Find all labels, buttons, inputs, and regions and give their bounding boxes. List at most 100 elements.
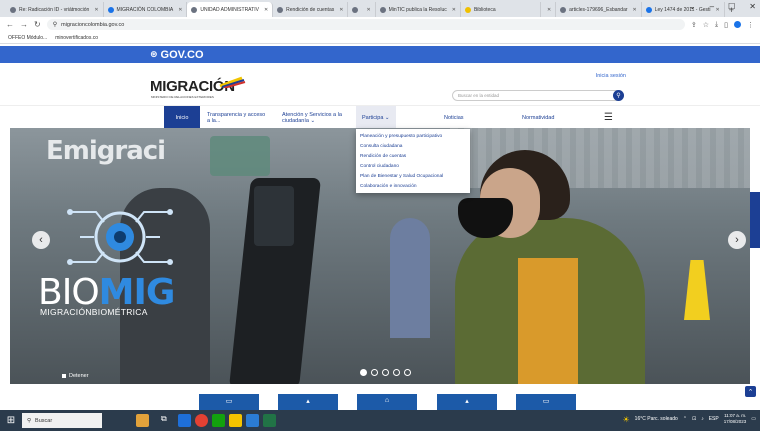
volume-icon[interactable]: ♪ bbox=[701, 416, 704, 422]
logo-subtitle: MINISTERIO DE RELACIONES EXTERIORES bbox=[151, 95, 214, 99]
taskbar-app-icon[interactable] bbox=[178, 414, 191, 427]
tab-label: Re: Radicación ID - vriátmoción bbox=[19, 6, 90, 13]
carousel-stop-button[interactable]: Detener bbox=[62, 373, 89, 379]
tray-chevron-icon[interactable]: ⌃ bbox=[683, 416, 687, 422]
site-info-icon[interactable]: ⚲ bbox=[53, 21, 57, 28]
site-search-input[interactable]: Buscar en la entidad ⚲ bbox=[452, 90, 624, 101]
download-icon[interactable]: ⤓ bbox=[715, 21, 718, 29]
airport-sign-panel bbox=[210, 136, 270, 176]
woman-shirt bbox=[518, 258, 578, 384]
clock[interactable]: 11:07 a. m. 17/08/2023 bbox=[724, 413, 747, 425]
share-icon[interactable]: ⇪ bbox=[691, 21, 697, 29]
file-explorer-icon[interactable] bbox=[229, 414, 242, 427]
task-view-icon[interactable]: ⧉ bbox=[161, 414, 174, 427]
kiosk-screen bbox=[254, 186, 294, 246]
nav-home[interactable]: Inicio bbox=[164, 106, 200, 129]
nav-normatividad[interactable]: Normatividad bbox=[522, 106, 554, 129]
carousel-dot[interactable] bbox=[404, 369, 411, 376]
tab-search-chevron-icon[interactable]: ⌄ bbox=[689, 2, 696, 11]
close-tab-icon[interactable]: ✕ bbox=[94, 7, 98, 13]
carousel-dot[interactable] bbox=[393, 369, 400, 376]
menu-dots-icon[interactable]: ⋮ bbox=[747, 21, 754, 29]
stop-icon bbox=[62, 374, 66, 378]
gov-co-bar: ⊛ GOV.CO bbox=[0, 46, 760, 63]
chrome-icon[interactable] bbox=[195, 414, 208, 427]
emigracion-sign: Emigraci bbox=[46, 136, 166, 166]
back-arrow-icon[interactable]: ← bbox=[6, 20, 14, 29]
dropdown-item-bienestar[interactable]: Plan de Bienestar y Salud Ocupacional bbox=[360, 172, 466, 182]
url-text: migracioncolombia.gov.co bbox=[61, 21, 125, 28]
maximize-icon[interactable]: ☐ bbox=[728, 2, 735, 11]
nav-transparencia[interactable]: Transparencia y acceso a la... bbox=[207, 106, 267, 129]
taskbar-search-label: Buscar bbox=[35, 417, 53, 424]
service-tiles: ▭ ▴ ⌂ ▴ ▭ ⌃ bbox=[0, 384, 760, 414]
biometric-circuit-icon bbox=[67, 209, 173, 265]
carousel-indicators bbox=[360, 369, 411, 376]
stop-label: Detener bbox=[69, 373, 89, 379]
tab-favicon-icon bbox=[107, 6, 114, 13]
nav-noticias[interactable]: Noticias bbox=[444, 106, 464, 129]
carousel-dot[interactable] bbox=[382, 369, 389, 376]
close-window-icon[interactable]: ✕ bbox=[749, 2, 756, 11]
close-tab-icon[interactable]: ✕ bbox=[547, 7, 551, 13]
windows-start-icon[interactable]: ⊞ bbox=[4, 414, 18, 428]
biomig-wordmark: BIOMIG bbox=[38, 275, 175, 311]
hamburger-menu-icon[interactable]: ☰ bbox=[604, 106, 613, 129]
carousel-dot[interactable] bbox=[360, 369, 367, 376]
bookmark-star-icon[interactable]: ☆ bbox=[703, 21, 709, 29]
minimize-icon[interactable]: – bbox=[710, 2, 714, 11]
nav-participa[interactable]: Participa ⌄ bbox=[356, 106, 396, 129]
tab-label: MinTIC publica la Resoluc bbox=[388, 6, 447, 13]
taskbar-search[interactable]: ⚲ Buscar bbox=[22, 413, 102, 428]
language-indicator[interactable]: ESP bbox=[709, 416, 719, 422]
search-icon[interactable]: ⚲ bbox=[613, 90, 624, 101]
dropdown-item-control[interactable]: Control ciudadano bbox=[360, 162, 466, 172]
notifications-icon[interactable]: ▭ bbox=[751, 416, 756, 422]
close-tab-icon[interactable]: ✕ bbox=[633, 7, 637, 13]
network-icon[interactable]: ⊡ bbox=[692, 416, 696, 422]
browser-tab[interactable]: ✕ bbox=[541, 2, 557, 17]
sidebar-icon[interactable]: ▯ bbox=[724, 21, 728, 29]
dropdown-item-planeacion[interactable]: Planeación y presupuesto participativo bbox=[360, 132, 466, 142]
taskbar-app-icon[interactable] bbox=[246, 414, 259, 427]
close-tab-icon[interactable]: ✕ bbox=[178, 7, 182, 13]
browser-tab[interactable]: Biblioteca bbox=[461, 2, 541, 17]
excel-icon[interactable] bbox=[263, 414, 276, 427]
accessibility-side-bar[interactable] bbox=[750, 192, 760, 248]
profile-avatar-icon[interactable] bbox=[734, 21, 741, 28]
bookmark-item[interactable]: OFFEO Módulo... bbox=[8, 35, 47, 41]
url-field[interactable]: ⚲ migracioncolombia.gov.co bbox=[46, 19, 685, 30]
browser-tab[interactable]: articles-179696_Esbandar ✕ bbox=[556, 2, 642, 17]
reload-icon[interactable]: ↻ bbox=[34, 20, 41, 29]
carousel-next-arrow-icon[interactable]: › bbox=[728, 231, 746, 249]
tab-favicon-icon bbox=[191, 6, 198, 13]
close-tab-icon[interactable]: ✕ bbox=[452, 7, 456, 13]
browser-tab[interactable]: Rendición de cuentas ✕ bbox=[273, 2, 349, 17]
dropdown-item-consulta[interactable]: Consulta ciudadana bbox=[360, 142, 466, 152]
dropdown-item-rendicion[interactable]: Rendición de cuentas bbox=[360, 152, 466, 162]
carousel-dot[interactable] bbox=[371, 369, 378, 376]
browser-tab[interactable]: MIGRACIÓN COLOMBIA ✕ bbox=[104, 2, 188, 17]
close-tab-icon[interactable]: ✕ bbox=[366, 7, 370, 13]
scroll-to-top-icon[interactable]: ⌃ bbox=[745, 386, 756, 397]
weather-text[interactable]: 16°C Parc. soleado bbox=[635, 416, 678, 422]
bookmark-item[interactable]: minovertificados.co bbox=[55, 35, 98, 41]
close-tab-icon[interactable]: ✕ bbox=[339, 7, 343, 13]
browser-tab-active[interactable]: UNIDAD ADMINISTRATIV ✕ bbox=[187, 2, 274, 17]
browser-tab[interactable]: Re: Radicación ID - vriátmoción ✕ bbox=[6, 2, 104, 17]
browser-tab[interactable]: ✕ bbox=[348, 2, 376, 17]
tab-label: UNIDAD ADMINISTRATIV bbox=[200, 6, 259, 13]
taskbar-app-icon[interactable] bbox=[212, 414, 225, 427]
carousel-prev-arrow-icon[interactable]: ‹ bbox=[32, 231, 50, 249]
dropdown-item-colaboracion[interactable]: Colaboración e innovación bbox=[360, 182, 466, 192]
gov-co-label[interactable]: GOV.CO bbox=[161, 49, 204, 61]
close-tab-icon[interactable]: ✕ bbox=[264, 7, 268, 13]
clock-date: 17/08/2023 bbox=[723, 419, 747, 424]
nav-atencion[interactable]: Atención y Servicios a la ciudadanía ⌄ bbox=[282, 106, 352, 129]
login-link[interactable]: Inicia sesión bbox=[596, 73, 626, 79]
browser-tab[interactable]: MinTIC publica la Resoluc ✕ bbox=[376, 2, 461, 17]
forward-arrow-icon[interactable]: → bbox=[20, 20, 28, 29]
participa-dropdown: Planeación y presupuesto participativo C… bbox=[356, 129, 470, 193]
browser-extensions: ⇪ ☆ ⤓ ▯ ⋮ bbox=[691, 21, 754, 29]
taskbar-widget-icon[interactable] bbox=[136, 414, 149, 427]
